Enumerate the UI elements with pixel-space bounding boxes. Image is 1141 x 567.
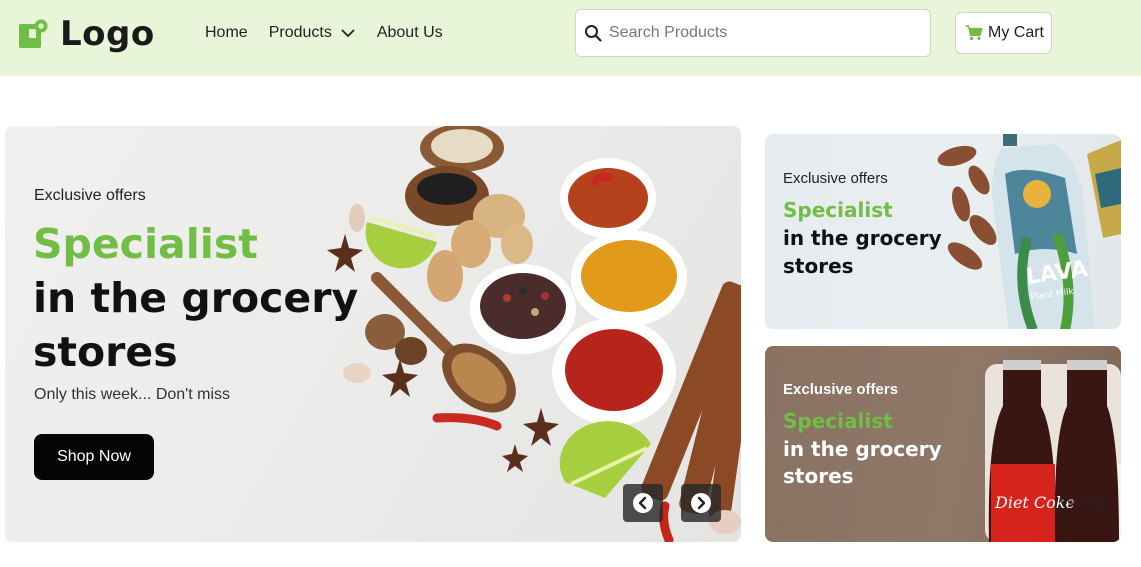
hero-note: Only this week... Don't miss <box>34 386 230 403</box>
nav-home[interactable]: Home <box>205 24 248 42</box>
hero-subtitle-line2: stores <box>33 328 178 376</box>
chevron-left-icon <box>633 493 653 513</box>
main-nav: Home Products About Us <box>205 24 464 42</box>
nav-products-label: Products <box>268 24 332 41</box>
nav-about-label: About Us <box>376 24 443 41</box>
logo-text: Logo <box>60 14 155 54</box>
search-icon[interactable] <box>584 24 602 42</box>
hero-eyebrow: Exclusive offers <box>34 187 146 204</box>
site-header: Logo Home Products About Us My Cart <box>0 0 1141 76</box>
search-box <box>575 9 931 57</box>
hero-banner: Exclusive offers Specialist in the groce… <box>5 126 741 542</box>
hero-subtitle-line1: in the grocery <box>33 274 359 322</box>
logo[interactable]: Logo <box>18 14 155 54</box>
shop-now-button[interactable]: Shop Now <box>34 434 154 480</box>
hero-title: Specialist <box>33 220 258 268</box>
card-eyebrow: Exclusive offers <box>783 170 888 187</box>
cart-label: My Cart <box>988 24 1044 41</box>
card-eyebrow: Exclusive offers <box>783 381 899 398</box>
logo-mark-icon <box>19 19 48 48</box>
card-subtitle-line2: stores <box>783 254 854 278</box>
cart-icon <box>965 25 983 41</box>
product-text-no-sugar: NO SUGAR <box>1061 496 1110 506</box>
chevron-right-icon <box>691 493 711 513</box>
nav-products[interactable]: Products <box>269 24 356 42</box>
card-subtitle-line2: stores <box>783 464 854 488</box>
carousel-next-button[interactable] <box>681 484 721 522</box>
card-subtitle-line1: in the grocery <box>783 437 942 461</box>
promo-card-plant-milk[interactable]: LAVA Plant Milk Exclusive offers Special… <box>765 134 1121 329</box>
search-input[interactable] <box>609 24 909 42</box>
card-title: Specialist <box>783 198 893 222</box>
chevron-down-icon <box>341 29 355 38</box>
carousel-prev-button[interactable] <box>623 484 663 522</box>
card-subtitle-line1: in the grocery <box>783 226 942 250</box>
promo-card-soda[interactable]: Diet Coke NO SUGAR NO CALORIES Exclusive… <box>765 346 1121 542</box>
product-text-no-calories: NO CALORIES <box>1055 506 1117 516</box>
cart-button[interactable]: My Cart <box>955 12 1052 54</box>
nav-about[interactable]: About Us <box>377 24 443 42</box>
card-title: Specialist <box>783 409 893 433</box>
nav-home-label: Home <box>205 24 248 41</box>
